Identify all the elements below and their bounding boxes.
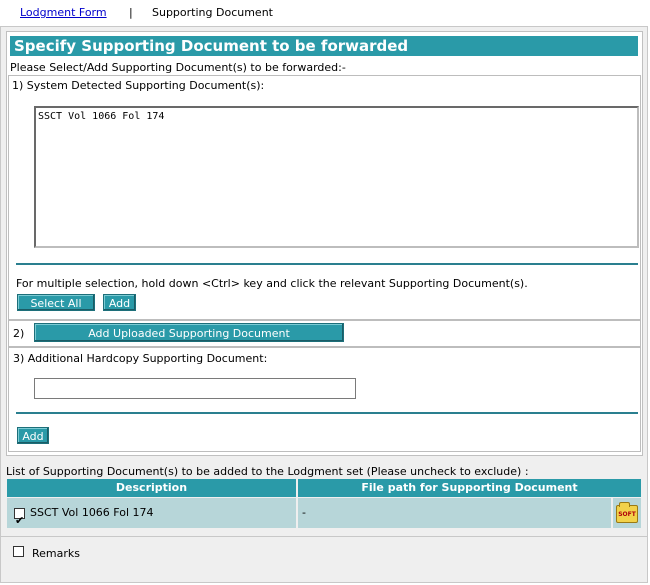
panel-title: Specify Supporting Document to be forwar… [10, 36, 638, 56]
include-document-checkbox[interactable] [14, 506, 25, 536]
detected-documents-listbox[interactable]: SSCT Vol 1066 Fol 174 [34, 106, 639, 248]
section3-label: 3) Additional Hardcopy Supporting Docume… [13, 352, 268, 365]
document-list-title: List of Supporting Document(s) to be add… [6, 465, 529, 478]
soft-document-icon[interactable]: SOFT [616, 502, 638, 523]
supporting-document-panel: Specify Supporting Document to be forwar… [6, 31, 643, 456]
tab-supporting-document: Supporting Document [152, 6, 273, 19]
section1-label: 1) System Detected Supporting Document(s… [12, 79, 265, 92]
soft-copy-cell: SOFT [613, 498, 641, 528]
section3-divider [16, 412, 638, 414]
remarks-divider [1, 536, 647, 537]
section2-number: 2) [13, 327, 25, 340]
section1-divider [16, 263, 638, 265]
section-uploaded-documents: 2) Add Uploaded Supporting Document [8, 320, 641, 347]
file-path-value: - [302, 506, 306, 519]
remarks-checkbox[interactable] [13, 546, 24, 557]
column-header-description: Description [7, 479, 296, 497]
column-header-file-path: File path for Supporting Document [298, 479, 641, 497]
file-path-cell: - [298, 498, 611, 528]
add-hardcopy-button[interactable]: Add [17, 427, 49, 444]
hardcopy-document-input[interactable] [34, 378, 356, 399]
add-detected-button[interactable]: Add [103, 294, 136, 311]
tab-lodgment-form[interactable]: Lodgment Form [20, 6, 107, 19]
tab-bar: Lodgment Form | Supporting Document [0, 0, 650, 26]
document-description: SSCT Vol 1066 Fol 174 [30, 506, 154, 519]
section-detected-documents: 1) System Detected Supporting Document(s… [8, 75, 641, 320]
instruction-text: Please Select/Add Supporting Document(s)… [10, 61, 346, 74]
detected-document-option[interactable]: SSCT Vol 1066 Fol 174 [38, 111, 635, 122]
description-cell: SSCT Vol 1066 Fol 174 [7, 498, 296, 536]
section-hardcopy-documents: 3) Additional Hardcopy Supporting Docume… [8, 347, 641, 452]
remarks-label: Remarks [32, 547, 80, 560]
add-uploaded-document-button[interactable]: Add Uploaded Supporting Document [34, 323, 344, 342]
tab-separator: | [129, 6, 133, 19]
select-all-button[interactable]: Select All [17, 294, 95, 311]
multi-select-hint: For multiple selection, hold down <Ctrl>… [16, 277, 528, 290]
content-area: Specify Supporting Document to be forwar… [0, 26, 648, 583]
